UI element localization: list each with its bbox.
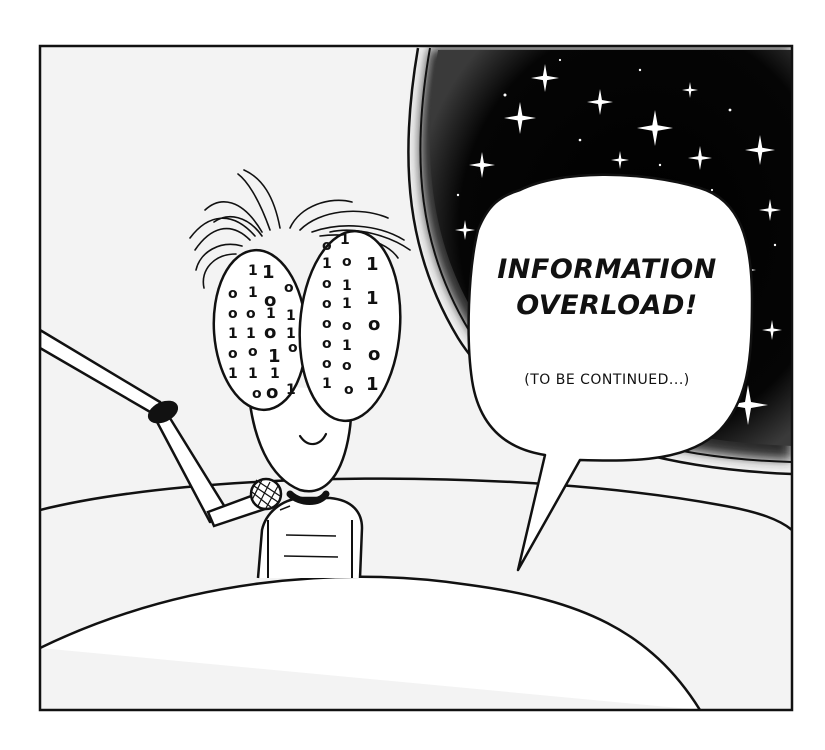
svg-text:1: 1 <box>262 262 275 283</box>
svg-text:o: o <box>322 316 332 332</box>
svg-text:o: o <box>228 346 238 362</box>
svg-text:o: o <box>228 286 238 302</box>
svg-text:1: 1 <box>366 374 379 395</box>
svg-text:1: 1 <box>342 338 352 354</box>
svg-text:1: 1 <box>342 296 352 312</box>
speech-title-line2: OVERLOAD! <box>516 290 697 321</box>
svg-text:1: 1 <box>366 254 379 275</box>
svg-text:o: o <box>342 254 352 270</box>
svg-text:o: o <box>368 314 380 335</box>
svg-text:o: o <box>322 238 332 254</box>
comic-panel: 11 o 1 oo oo11 11o1 oo1o 111 oo1 o1 1o1 o1… <box>0 0 825 750</box>
svg-text:1: 1 <box>322 376 332 392</box>
svg-text:o: o <box>252 386 262 402</box>
svg-text:o: o <box>342 358 352 374</box>
svg-text:o: o <box>248 344 258 360</box>
svg-text:o: o <box>228 306 238 322</box>
svg-text:1: 1 <box>342 278 352 294</box>
svg-text:1: 1 <box>248 366 258 382</box>
svg-text:o: o <box>342 318 352 334</box>
svg-text:o: o <box>344 382 354 398</box>
speech-title-line1: INFORMATION <box>497 254 717 285</box>
svg-text:o: o <box>288 340 298 356</box>
svg-text:o: o <box>266 382 278 403</box>
svg-text:o: o <box>284 280 294 296</box>
svg-text:1: 1 <box>266 306 276 322</box>
svg-text:1: 1 <box>228 326 238 342</box>
svg-text:1: 1 <box>248 285 258 301</box>
svg-text:o: o <box>368 344 380 365</box>
svg-text:1: 1 <box>286 308 296 324</box>
svg-text:1: 1 <box>228 366 238 382</box>
svg-text:o: o <box>322 296 332 312</box>
svg-text:1: 1 <box>270 366 280 382</box>
speech-subtitle: (TO BE CONTINUED...) <box>524 372 690 388</box>
svg-text:o: o <box>264 322 276 343</box>
svg-text:1: 1 <box>248 263 258 279</box>
svg-text:o: o <box>246 306 256 322</box>
svg-text:o: o <box>322 276 332 292</box>
svg-text:1: 1 <box>340 232 350 248</box>
svg-text:o: o <box>322 356 332 372</box>
svg-text:o: o <box>322 336 332 352</box>
svg-text:1: 1 <box>286 382 296 398</box>
svg-text:1: 1 <box>246 326 256 342</box>
svg-text:1: 1 <box>268 346 281 367</box>
svg-text:1: 1 <box>366 288 379 309</box>
svg-text:1: 1 <box>322 256 332 272</box>
